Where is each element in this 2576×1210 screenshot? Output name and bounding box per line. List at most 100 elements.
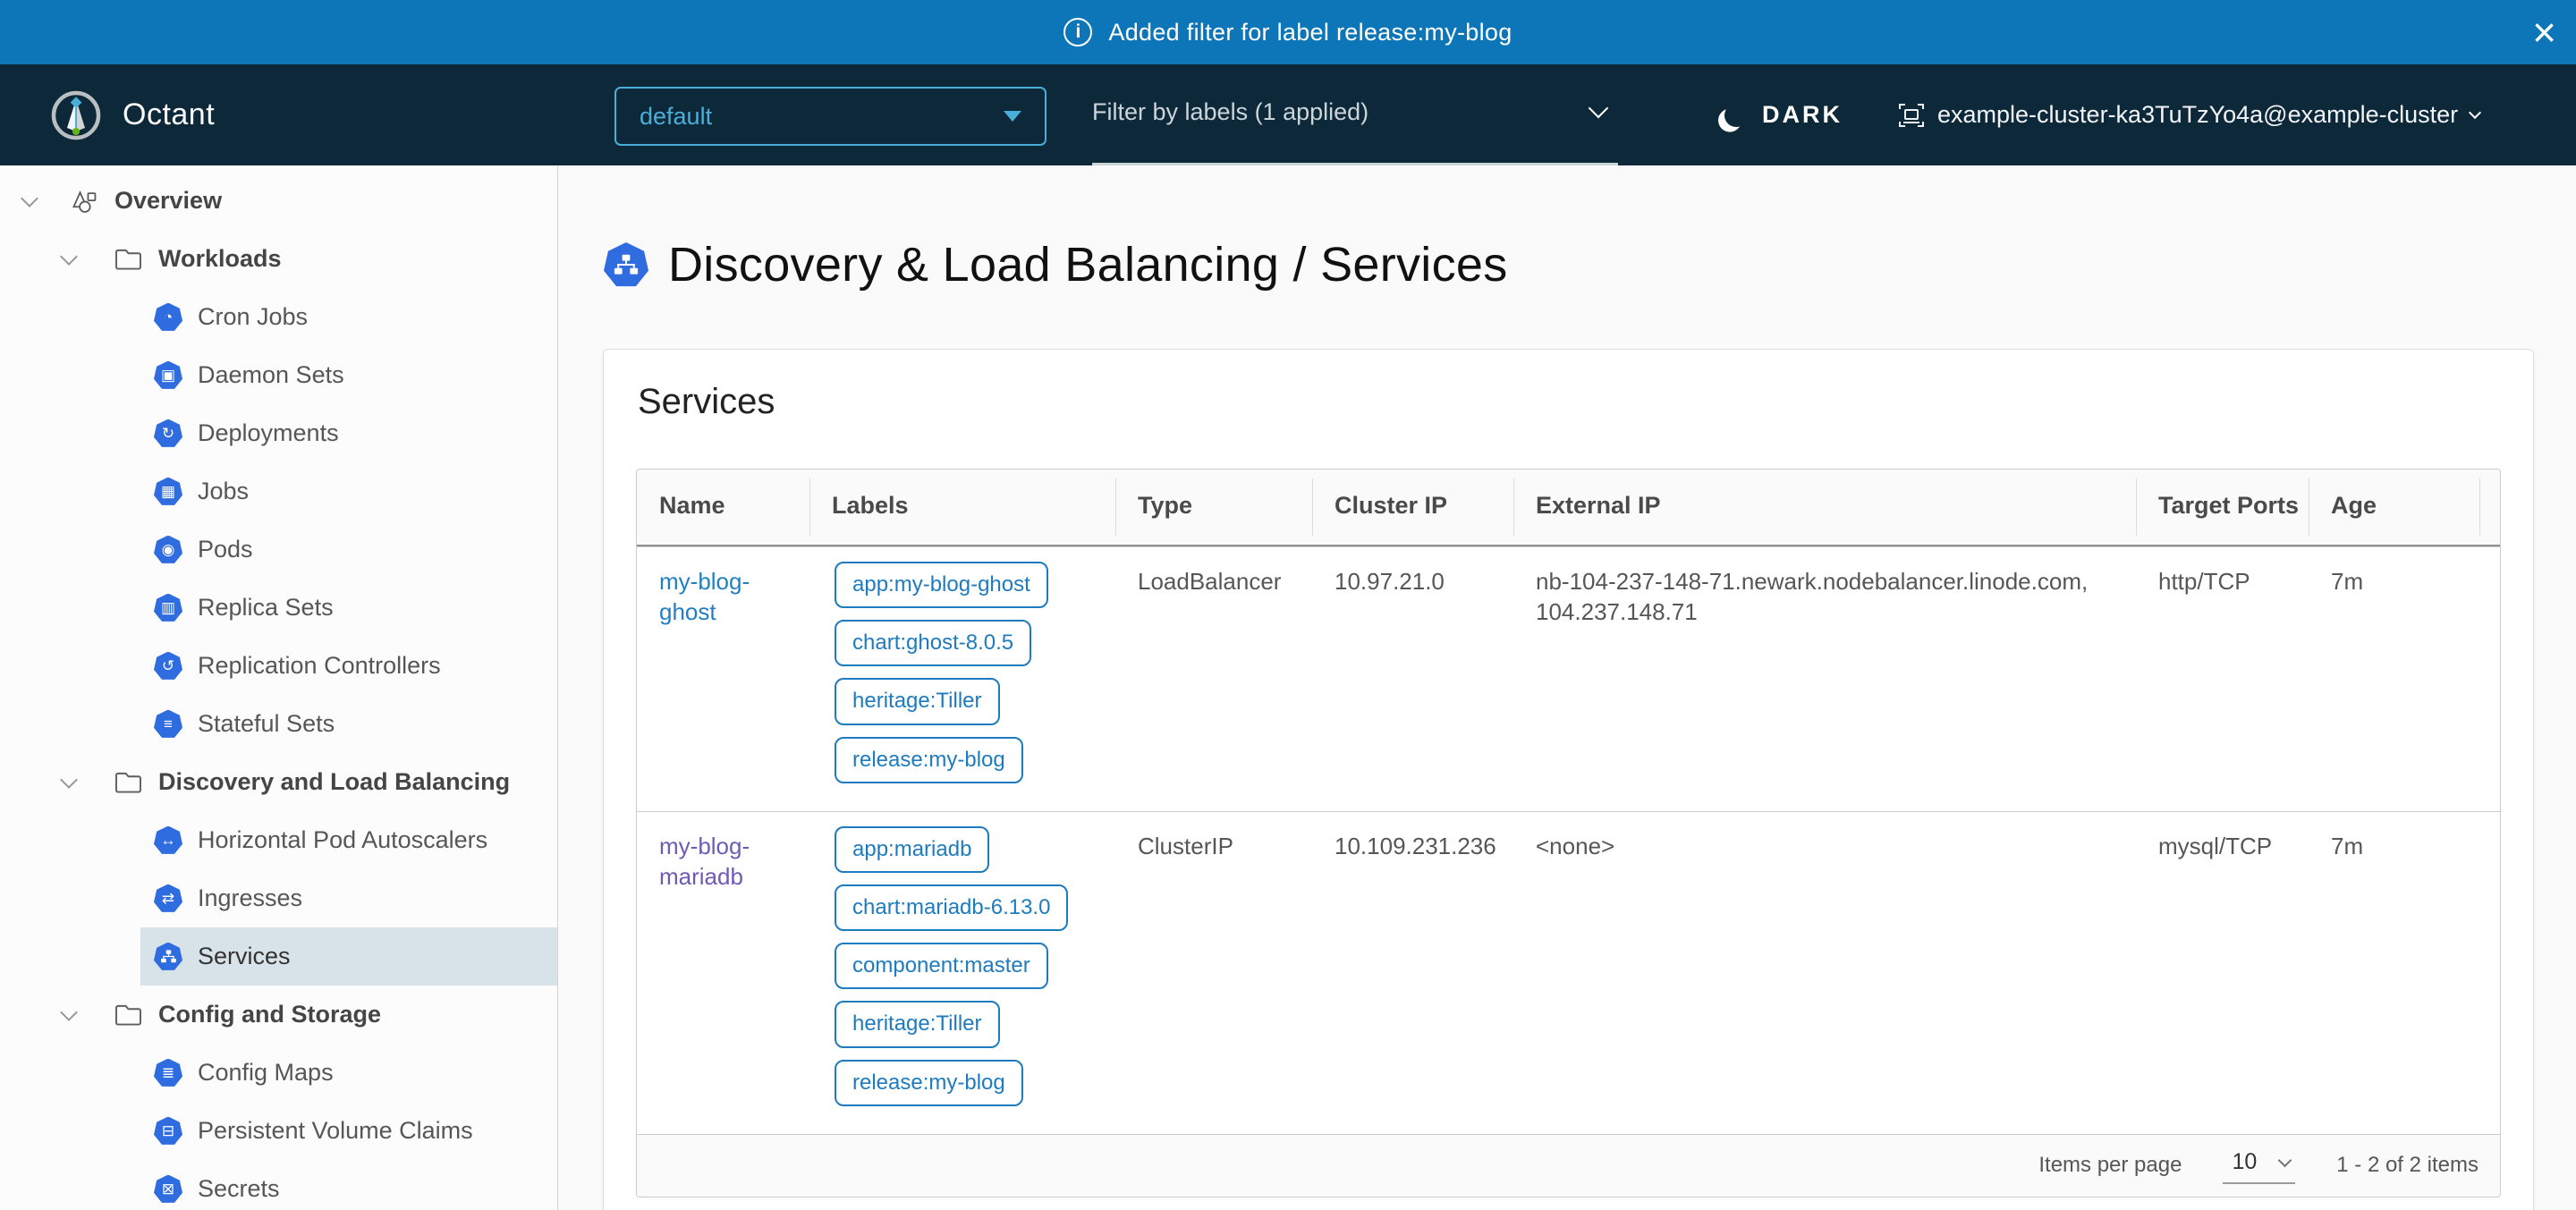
sidebar-item-discovery-and-load-balancing[interactable]: Discovery and Load Balancing xyxy=(0,753,557,811)
spacer-cell xyxy=(2479,812,2501,1134)
sidebar-item-deployments[interactable]: ↻Deployments xyxy=(140,404,558,462)
info-icon: i xyxy=(1063,18,1092,47)
chevron-down-icon[interactable] xyxy=(60,1003,78,1021)
external-ip-cell: nb-104-237-148-71.newark.nodebalancer.li… xyxy=(1513,547,2136,811)
sidebar-item-config-and-storage[interactable]: Config and Storage xyxy=(0,986,557,1044)
info-banner: i Added filter for label release:my-blog… xyxy=(0,0,2576,64)
sidebar-item-label: Cron Jobs xyxy=(198,303,308,331)
label-pill[interactable]: chart:mariadb-6.13.0 xyxy=(835,884,1068,931)
sidebar-nav: Overview Workloads ◔Cron Jobs ▣ Daemon Sets ↻… xyxy=(0,165,558,1210)
type-cell: LoadBalancer xyxy=(1115,547,1312,811)
sidebar-item-label: Config and Storage xyxy=(158,1001,381,1028)
chevron-down-icon[interactable] xyxy=(60,771,78,789)
table-row-my-blog-mariadb: my-blog-mariadb app:mariadb chart:mariadb-… xyxy=(637,811,2500,1134)
sidebar-item-label: Secrets xyxy=(198,1175,280,1203)
table-row-my-blog-ghost: my-blog-ghost app:my-blog-ghost chart:ghos… xyxy=(637,546,2500,811)
folder-icon xyxy=(114,247,142,271)
label-filter-text: Filter by labels (1 applied) xyxy=(1092,98,1368,126)
ingresses-icon: ⇄ xyxy=(154,884,182,913)
sidebar-item-label: Jobs xyxy=(198,478,249,505)
target-ports-cell: http/TCP xyxy=(2136,547,2309,811)
pvc-icon: ⊟ xyxy=(154,1117,182,1146)
label-pill[interactable]: release:my-blog xyxy=(835,1060,1023,1106)
column-header-type: Type xyxy=(1115,470,1312,545)
sidebar-item-pods[interactable]: ◉Pods xyxy=(140,520,558,579)
sidebar-item-workloads[interactable]: Workloads xyxy=(0,230,557,288)
close-icon[interactable]: × xyxy=(2532,12,2556,53)
app-title: Octant xyxy=(123,97,215,132)
chevron-down-icon xyxy=(2469,106,2481,119)
sidebar-item-ingresses[interactable]: ⇄Ingresses xyxy=(140,869,558,927)
sidebar-item-label: Discovery and Load Balancing xyxy=(158,768,510,796)
config-maps-icon: ≣ xyxy=(154,1059,182,1087)
column-header-cluster-ip: Cluster IP xyxy=(1312,470,1513,545)
chevron-down-icon[interactable] xyxy=(21,190,38,207)
items-per-page-select[interactable]: 10 xyxy=(2223,1147,2295,1184)
service-icon xyxy=(604,242,648,287)
column-header-name: Name xyxy=(637,470,809,545)
sidebar-item-daemon-sets[interactable]: ▣ Daemon Sets xyxy=(140,346,558,404)
table-footer: Items per page 10 1 - 2 of 2 items xyxy=(637,1134,2500,1197)
page-title-row: Discovery & Load Balancing / Services xyxy=(604,237,1508,292)
page-title: Discovery & Load Balancing / Services xyxy=(668,237,1508,292)
sidebar-item-services[interactable]: Services xyxy=(140,927,558,986)
label-pill[interactable]: app:mariadb xyxy=(835,826,989,873)
sidebar-item-replication-controllers[interactable]: ↺Replication Controllers xyxy=(140,637,558,695)
target-ports-cell: mysql/TCP xyxy=(2136,812,2309,1134)
theme-toggle-button[interactable]: DARK xyxy=(1724,64,1843,165)
service-name-link[interactable]: my-blog-mariadb xyxy=(659,833,750,890)
label-pill[interactable]: app:my-blog-ghost xyxy=(835,562,1048,608)
sidebar-item-persistent-volume-claims[interactable]: ⊟ Persistent Volume Claims xyxy=(140,1102,558,1160)
chevron-down-icon[interactable] xyxy=(60,248,78,266)
pagination-range: 1 - 2 of 2 items xyxy=(2336,1153,2479,1178)
sidebar-item-config-maps[interactable]: ≣ Config Maps xyxy=(140,1044,558,1102)
namespace-select[interactable]: default xyxy=(614,87,1046,146)
main-content: Discovery & Load Balancing / Services Se… xyxy=(559,165,2576,1210)
sidebar-item-stateful-sets[interactable]: ≡Stateful Sets xyxy=(140,695,558,753)
cluster-ip-cell: 10.97.21.0 xyxy=(1312,547,1513,811)
folder-icon xyxy=(114,1003,142,1027)
jobs-icon: ▦ xyxy=(154,478,182,506)
cluster-selector[interactable]: example-cluster-ka3TuTzYo4a@example-clus… xyxy=(1898,64,2479,165)
sidebar-item-label: Overview xyxy=(114,187,222,215)
chevron-down-icon xyxy=(2278,1153,2292,1167)
services-table: NameLabelsTypeCluster IPExternal IPTarge… xyxy=(636,469,2501,1197)
items-per-page-value: 10 xyxy=(2232,1149,2257,1175)
label-pill[interactable]: heritage:Tiller xyxy=(835,678,1000,724)
caret-down-icon xyxy=(1004,111,1021,122)
sidebar-item-label: Daemon Sets xyxy=(198,361,344,389)
label-pill[interactable]: component:master xyxy=(835,943,1048,989)
label-pill[interactable]: release:my-blog xyxy=(835,737,1023,783)
label-pill[interactable]: chart:ghost-8.0.5 xyxy=(835,620,1031,666)
age-cell: 7m xyxy=(2309,812,2479,1134)
sidebar-item-replica-sets[interactable]: ▥Replica Sets xyxy=(140,579,558,637)
label-pill[interactable]: heritage:Tiller xyxy=(835,1001,1000,1047)
sidebar-item-label: Persistent Volume Claims xyxy=(198,1117,473,1145)
theme-toggle-label: DARK xyxy=(1762,101,1843,129)
external-ip-cell: <none> xyxy=(1513,812,2136,1134)
table-body: my-blog-ghost app:my-blog-ghost chart:ghos… xyxy=(637,546,2500,1134)
daemon-sets-icon: ▣ xyxy=(154,361,182,390)
service-name-link[interactable]: my-blog-ghost xyxy=(659,568,750,625)
banner-message: Added filter for label release:my-blog xyxy=(1108,19,1512,47)
age-cell: 7m xyxy=(2309,547,2479,811)
sidebar-item-secrets[interactable]: ⊠Secrets xyxy=(140,1160,558,1210)
applications-icon xyxy=(70,187,98,216)
label-filter-dropdown[interactable]: Filter by labels (1 applied) xyxy=(1092,64,1618,165)
column-header-labels: Labels xyxy=(809,470,1115,545)
sidebar-item-jobs[interactable]: ▦ Jobs xyxy=(140,462,558,520)
services-card: Services NameLabelsTypeCluster IPExterna… xyxy=(603,349,2534,1210)
sidebar-item-horizontal-pod-autoscalers[interactable]: ↔Horizontal Pod Autoscalers xyxy=(140,811,558,869)
moon-icon xyxy=(1723,101,1750,129)
namespace-select-value: default xyxy=(640,103,712,131)
chevron-down-icon xyxy=(1589,98,1609,119)
cluster-icon xyxy=(1898,102,1925,129)
sidebar-item-label: Config Maps xyxy=(198,1059,334,1087)
items-per-page-label: Items per page xyxy=(2038,1153,2182,1178)
sidebar-item-overview[interactable]: Overview xyxy=(0,172,557,230)
sidebar-item-label: Workloads xyxy=(158,245,282,273)
sidebar-item-cron-jobs[interactable]: ◔Cron Jobs xyxy=(140,288,558,346)
labels-cell: app:my-blog-ghost chart:ghost-8.0.5 herita… xyxy=(809,547,1115,811)
table-header-row: NameLabelsTypeCluster IPExternal IPTarge… xyxy=(637,470,2500,546)
replication-controllers-icon: ↺ xyxy=(154,652,182,681)
